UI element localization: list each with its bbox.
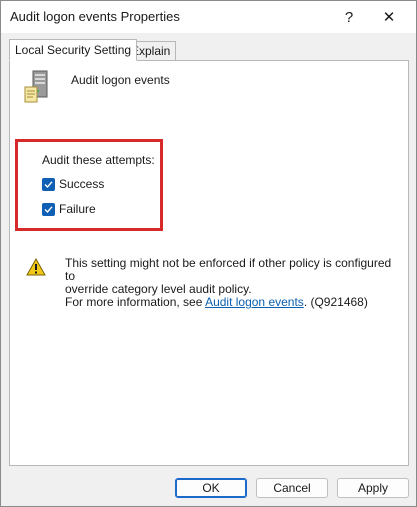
cancel-button[interactable]: Cancel <box>256 478 328 498</box>
tab-local-security-setting[interactable]: Local Security Setting <box>9 39 138 61</box>
close-button[interactable]: ✕ <box>367 1 411 33</box>
info-line-1: This setting might not be enforced if ot… <box>65 256 392 283</box>
help-button[interactable]: ? <box>327 1 371 33</box>
warning-icon <box>26 258 46 276</box>
tab-panel: Audit logon events Audit these attempts:… <box>9 60 409 466</box>
success-checkbox[interactable]: Success <box>42 177 104 191</box>
success-label: Success <box>59 177 105 191</box>
checkmark-icon[interactable] <box>42 177 55 191</box>
audit-logon-events-link[interactable]: Audit logon events <box>205 295 304 309</box>
audit-attempts-label: Audit these attempts: <box>42 153 155 167</box>
checkmark-icon[interactable] <box>42 202 55 216</box>
title-bar: Audit logon events Properties ? ✕ <box>1 1 416 33</box>
info-suffix: . (Q921468) <box>303 295 368 309</box>
info-line-3: For more information, see Audit logon ev… <box>65 296 395 309</box>
properties-dialog: Audit logon events Properties ? ✕ Local … <box>0 0 417 507</box>
info-prefix: For more information, see <box>65 295 206 309</box>
failure-label: Failure <box>59 202 96 216</box>
apply-button[interactable]: Apply <box>337 478 409 498</box>
failure-checkbox[interactable]: Failure <box>42 202 96 216</box>
ok-button[interactable]: OK <box>175 478 247 498</box>
policy-name: Audit logon events <box>71 73 170 87</box>
server-icon <box>24 70 48 103</box>
info-message: This setting might not be enforced if ot… <box>65 257 395 309</box>
window-title: Audit logon events Properties <box>10 9 180 24</box>
